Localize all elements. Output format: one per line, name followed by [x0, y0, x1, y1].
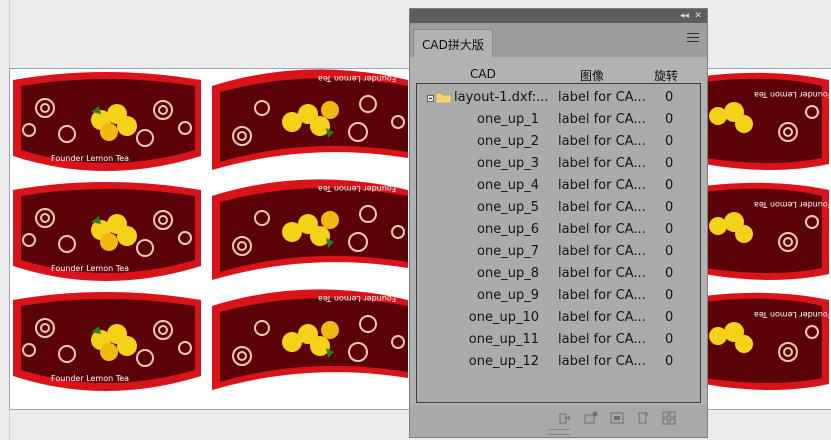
- tree-root-row[interactable]: layout-1.dxf:... label for CA... 0: [417, 88, 700, 110]
- tree-item-rotation: 0: [665, 244, 674, 259]
- tree-item-name: one_up_4: [477, 178, 539, 193]
- tree-item-row[interactable]: one_up_9 label for CA... 0: [417, 286, 700, 308]
- tree-item-name: one_up_12: [468, 354, 539, 369]
- label-graphic: [704, 182, 829, 280]
- tree-item-image: label for CA...: [558, 354, 646, 369]
- brand-text: Founder Lemon Tea: [318, 294, 397, 303]
- tab-label: CAD拼大版: [422, 38, 484, 52]
- tree-item-row[interactable]: one_up_1 label for CA... 0: [417, 110, 700, 132]
- tree-item-image: label for CA...: [558, 244, 646, 259]
- brand-text: Founder Lemon Tea: [754, 90, 831, 99]
- collapse-toggle-icon[interactable]: [427, 95, 434, 102]
- tree-item-name: one_up_8: [477, 266, 539, 281]
- label-artwork[interactable]: Founder Lemon Tea: [208, 286, 408, 394]
- brand-text: Founder Lemon Tea: [754, 200, 831, 209]
- tree-item-row[interactable]: one_up_4 label for CA... 0: [417, 176, 700, 198]
- tree-item-row[interactable]: one_up_6 label for CA... 0: [417, 220, 700, 242]
- tree-item-image: label for CA...: [558, 200, 646, 215]
- cad-imposition-panel[interactable]: ◂◂ ✕ CAD拼大版 CAD 图像 旋转 layout-1.dxf:... l…: [409, 8, 708, 438]
- label-artwork[interactable]: Founder Lemon Tea: [704, 178, 831, 286]
- tree-item-name: one_up_3: [477, 156, 539, 171]
- tree-item-row[interactable]: one_up_2 label for CA... 0: [417, 132, 700, 154]
- tree-item-image: label for CA...: [558, 134, 646, 149]
- tree-item-rotation: 0: [665, 288, 674, 303]
- collapse-icon[interactable]: ◂◂: [680, 10, 689, 22]
- tree-item-name: layout-1.dxf:...: [454, 90, 549, 105]
- close-icon[interactable]: ✕: [694, 10, 702, 22]
- cad-tree-list[interactable]: layout-1.dxf:... label for CA... 0 one_u…: [416, 83, 701, 403]
- tree-item-image: label for CA...: [558, 222, 646, 237]
- panel-menu-icon[interactable]: [687, 33, 699, 43]
- tree-item-name: one_up_2: [477, 134, 539, 149]
- tree-item-name: one_up_1: [477, 112, 539, 127]
- brand-text: Founder Lemon Tea: [51, 154, 130, 163]
- brand-text: Founder Lemon Tea: [51, 264, 130, 273]
- brand-text: Founder Lemon Tea: [318, 184, 397, 193]
- tree-item-rotation: 0: [665, 112, 674, 127]
- tree-item-row[interactable]: one_up_8 label for CA... 0: [417, 264, 700, 286]
- brand-text: Founder Lemon Tea: [51, 374, 130, 383]
- tree-item-rotation: 0: [665, 200, 674, 215]
- label-artwork[interactable]: Founder Lemon Tea: [5, 178, 205, 286]
- tree-item-image: label for CA...: [558, 266, 646, 281]
- tree-item-image: label for CA...: [558, 178, 646, 193]
- label-graphic: [704, 292, 829, 390]
- resize-grip[interactable]: [548, 429, 570, 435]
- tree-item-rotation: 0: [665, 222, 674, 237]
- place-label-icon[interactable]: [636, 411, 650, 425]
- tree-item-image: label for CA...: [558, 288, 646, 303]
- tree-item-rotation: 0: [665, 134, 674, 149]
- tree-item-name: one_up_11: [468, 332, 539, 347]
- tree-item-rotation: 0: [665, 90, 674, 105]
- label-artwork[interactable]: Founder Lemon Tea: [208, 66, 408, 174]
- label-artwork[interactable]: Founder Lemon Tea: [704, 68, 831, 176]
- column-header-cad[interactable]: CAD: [470, 67, 496, 81]
- layout-grid-icon[interactable]: [662, 411, 676, 425]
- tree-item-name: one_up_6: [477, 222, 539, 237]
- tree-item-rotation: 0: [665, 354, 674, 369]
- label-artwork[interactable]: Founder Lemon Tea: [208, 176, 408, 284]
- tree-item-row[interactable]: one_up_10 label for CA... 0: [417, 308, 700, 330]
- tree-item-name: one_up_5: [477, 200, 539, 215]
- brand-text: Founder Lemon Tea: [754, 310, 831, 319]
- brand-text: Founder Lemon Tea: [318, 74, 397, 83]
- tree-item-image: label for CA...: [558, 310, 646, 325]
- panel-tab-row: CAD拼大版: [410, 23, 707, 57]
- panel-titlebar[interactable]: ◂◂ ✕: [410, 9, 707, 23]
- replace-image-icon[interactable]: [584, 411, 598, 425]
- import-cad-icon[interactable]: [558, 411, 572, 425]
- tree-item-rotation: 0: [665, 310, 674, 325]
- tree-item-rotation: 0: [665, 156, 674, 171]
- tree-item-rotation: 0: [665, 332, 674, 347]
- tree-item-row[interactable]: one_up_5 label for CA... 0: [417, 198, 700, 220]
- folder-icon: [436, 92, 451, 103]
- tab-cad-imposition[interactable]: CAD拼大版: [413, 29, 493, 57]
- tree-item-image: label for CA...: [558, 156, 646, 171]
- column-header-rotate[interactable]: 旋转: [654, 67, 678, 84]
- label-artwork[interactable]: Founder Lemon Tea: [704, 288, 831, 396]
- tree-item-image: label for CA...: [558, 332, 646, 347]
- tree-item-name: one_up_7: [477, 244, 539, 259]
- fit-frame-icon[interactable]: [610, 411, 624, 425]
- tree-item-rotation: 0: [665, 178, 674, 193]
- tree-item-name: one_up_9: [477, 288, 539, 303]
- column-header-image[interactable]: 图像: [580, 67, 604, 84]
- tree-item-row[interactable]: one_up_11 label for CA... 0: [417, 330, 700, 352]
- tree-item-image: label for CA...: [558, 112, 646, 127]
- tree-item-name: one_up_10: [468, 310, 539, 325]
- label-artwork[interactable]: Founder Lemon Tea: [5, 68, 205, 176]
- tree-item-row[interactable]: one_up_7 label for CA... 0: [417, 242, 700, 264]
- tree-item-row[interactable]: one_up_12 label for CA... 0: [417, 352, 700, 374]
- tree-item-rotation: 0: [665, 266, 674, 281]
- tree-item-row[interactable]: one_up_3 label for CA... 0: [417, 154, 700, 176]
- tree-item-image: label for CA...: [558, 90, 646, 105]
- label-artwork[interactable]: Founder Lemon Tea: [5, 288, 205, 396]
- label-graphic: [704, 72, 829, 170]
